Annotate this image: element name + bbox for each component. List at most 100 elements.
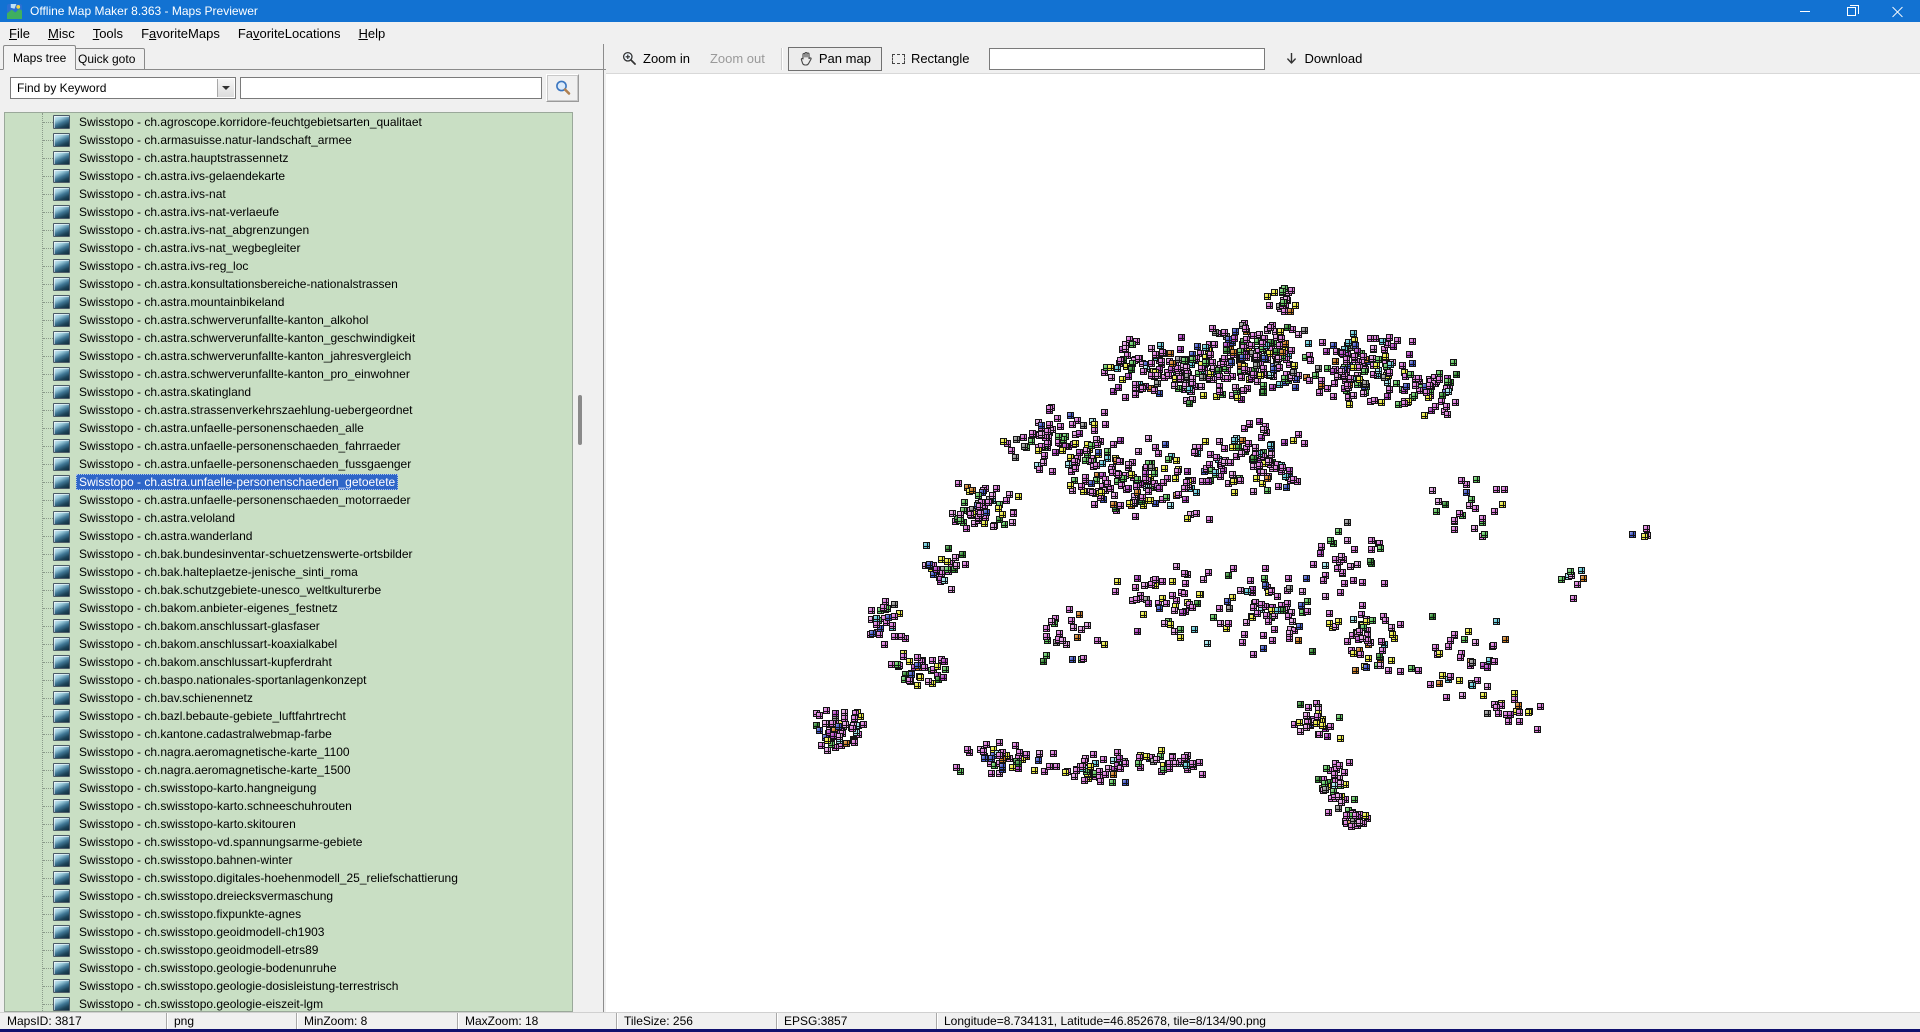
tree-item[interactable]: Swisstopo - ch.swisstopo.bahnen-winter [5,851,572,869]
map-tile-marker [1299,588,1306,595]
menu-favoritelocations[interactable]: FavoriteLocations [229,24,350,43]
tree-item[interactable]: Swisstopo - ch.swisstopo.geologie-dosisl… [5,977,572,995]
tree-item[interactable]: Swisstopo - ch.astra.schwerverunfallte-k… [5,311,572,329]
tree-item[interactable]: Swisstopo - ch.astra.mountainbikeland [5,293,572,311]
tree-item[interactable]: Swisstopo - ch.kantone.cadastralwebmap-f… [5,725,572,743]
tree-item[interactable]: Swisstopo - ch.astra.ivs-nat_wegbegleite… [5,239,572,257]
tree-item[interactable]: Swisstopo - ch.swisstopo-karto.skitouren [5,815,572,833]
tree-item[interactable]: Swisstopo - ch.bakom.anschlussart-kupfer… [5,653,572,671]
tree-item[interactable]: Swisstopo - ch.astra.ivs-reg_loc [5,257,572,275]
map-tile-marker [1275,355,1282,362]
tree-item[interactable]: Swisstopo - ch.astra.ivs-nat_abgrenzunge… [5,221,572,239]
map-tile-marker [1268,451,1275,458]
close-button[interactable] [1874,0,1920,22]
tree-item[interactable]: Swisstopo - ch.astra.veloland [5,509,572,527]
map-tile-marker [1009,519,1016,526]
map-tile-marker [1461,636,1468,643]
map-tile-marker [1107,364,1114,371]
map-tile-marker [1264,487,1271,494]
restore-button[interactable] [1828,0,1874,22]
zoom-in-button[interactable]: Zoom in [612,47,700,71]
tree-item[interactable]: Swisstopo - ch.nagra.aeromagnetische-kar… [5,761,572,779]
tree-item[interactable]: Swisstopo - ch.astra.schwerverunfallte-k… [5,347,572,365]
tree-item[interactable]: Swisstopo - ch.swisstopo.geologie-bodenu… [5,959,572,977]
map-tile-marker [1493,704,1500,711]
pan-map-button[interactable]: Pan map [788,47,882,71]
tree-item[interactable]: Swisstopo - ch.swisstopo.fixpunkte-agnes [5,905,572,923]
map-tile-marker [1327,537,1334,544]
find-mode-combobox[interactable]: Find by Keyword [10,77,236,99]
menu-tools[interactable]: Tools [84,24,132,43]
tree-item[interactable]: Swisstopo - ch.astra.ivs-gelaendekarte [5,167,572,185]
tree-item[interactable]: Swisstopo - ch.bazl.bebaute-gebiete_luft… [5,707,572,725]
tree-item[interactable]: Swisstopo - ch.astra.unfaelle-personensc… [5,437,572,455]
tree-item[interactable]: Swisstopo - ch.astra.ivs-nat [5,185,572,203]
tree-item[interactable]: Swisstopo - ch.armasuisse.natur-landscha… [5,131,572,149]
keyword-input[interactable] [240,77,542,99]
tree-item[interactable]: Swisstopo - ch.swisstopo.geoidmodell-etr… [5,941,572,959]
tree-item[interactable]: Swisstopo - ch.astra.hauptstrassennetz [5,149,572,167]
menu-misc[interactable]: Misc [39,24,84,43]
panel-splitter[interactable] [603,44,604,1012]
tree-scrollbar-thumb[interactable] [578,395,582,445]
map-tile-marker [1148,372,1155,379]
tree-item[interactable]: Swisstopo - ch.nagra.aeromagnetische-kar… [5,743,572,761]
tab-maps-tree[interactable]: Maps tree [3,45,76,70]
tree-item[interactable]: Swisstopo - ch.swisstopo.geoidmodell-ch1… [5,923,572,941]
map-tile-marker [1390,343,1397,350]
tree-item[interactable]: Swisstopo - ch.bakom.anschlussart-koaxia… [5,635,572,653]
toolbar-text-input[interactable] [989,48,1265,70]
tree-item[interactable]: Swisstopo - ch.astra.strassenverkehrszae… [5,401,572,419]
tree-item[interactable]: Swisstopo - ch.astra.wanderland [5,527,572,545]
map-tile-marker [1490,642,1497,649]
tab-quick-goto[interactable]: Quick goto [68,48,145,70]
zoom-out-button[interactable]: Zoom out [700,47,775,71]
download-button[interactable]: Download [1275,47,1372,71]
tree-item[interactable]: Swisstopo - ch.astra.schwerverunfallte-k… [5,329,572,347]
menu-favoritemaps[interactable]: FavoriteMaps [132,24,229,43]
map-tile-marker [1469,659,1476,666]
map-tile-marker [1191,449,1198,456]
tree-item[interactable]: Swisstopo - ch.bak.bundesinventar-schuet… [5,545,572,563]
tree-item[interactable]: Swisstopo - ch.astra.schwerverunfallte-k… [5,365,572,383]
map-tile-marker [1122,345,1129,352]
map-tile-marker [1260,645,1267,652]
tree-item[interactable]: Swisstopo - ch.astra.unfaelle-personensc… [5,419,572,437]
tree-item[interactable]: Swisstopo - ch.bav.schienennetz [5,689,572,707]
tree-item[interactable]: Swisstopo - ch.astra.konsultationsbereic… [5,275,572,293]
map-tile-marker [1158,358,1165,365]
menu-help[interactable]: Help [349,24,394,43]
tree-item[interactable]: Swisstopo - ch.bak.halteplaetze-jenische… [5,563,572,581]
tree-item[interactable]: Swisstopo - ch.astra.unfaelle-personensc… [5,473,572,491]
tree-item[interactable]: Swisstopo - ch.swisstopo-karto.hangneigu… [5,779,572,797]
map-tile-marker [1493,618,1500,625]
tree-item[interactable]: Swisstopo - ch.swisstopo-karto.schneesch… [5,797,572,815]
map-tile-marker [1110,501,1117,508]
tree-item[interactable]: Swisstopo - ch.swisstopo-vd.spannungsarm… [5,833,572,851]
tree-item[interactable]: Swisstopo - ch.astra.ivs-nat-verlaeufe [5,203,572,221]
map-tile-marker [1301,327,1308,334]
map-tile-marker [1304,598,1311,605]
map-layer-icon [53,745,70,759]
map-tile-marker [1427,681,1434,688]
tree-item[interactable]: Swisstopo - ch.bakom.anschlussart-glasfa… [5,617,572,635]
tree-item[interactable]: Swisstopo - ch.astra.unfaelle-personensc… [5,455,572,473]
tree-item[interactable]: Swisstopo - ch.baspo.nationales-sportanl… [5,671,572,689]
tree-item[interactable]: Swisstopo - ch.agroscope.korridore-feuch… [5,113,572,131]
tree-item[interactable]: Swisstopo - ch.astra.skatingland [5,383,572,401]
map-tile-marker [967,511,974,518]
tree-item[interactable]: Swisstopo - ch.swisstopo.dreiecksvermasc… [5,887,572,905]
tree-item[interactable]: Swisstopo - ch.bakom.anbieter-eigenes_fe… [5,599,572,617]
tree-item[interactable]: Swisstopo - ch.astra.unfaelle-personensc… [5,491,572,509]
minimize-button[interactable] [1782,0,1828,22]
combo-dropdown-button[interactable] [217,79,234,97]
map-preview-area[interactable] [606,74,1920,1012]
map-tile-marker [1204,640,1211,647]
menu-file[interactable]: File [0,24,39,43]
rectangle-button[interactable]: Rectangle [882,47,980,71]
tree-item[interactable]: Swisstopo - ch.bak.schutzgebiete-unesco_… [5,581,572,599]
tree-item[interactable]: Swisstopo - ch.swisstopo.digitales-hoehe… [5,869,572,887]
tree-item[interactable]: Swisstopo - ch.swisstopo.geologie-eiszei… [5,995,572,1012]
search-button[interactable] [546,74,579,102]
map-tile-marker [1297,701,1304,708]
